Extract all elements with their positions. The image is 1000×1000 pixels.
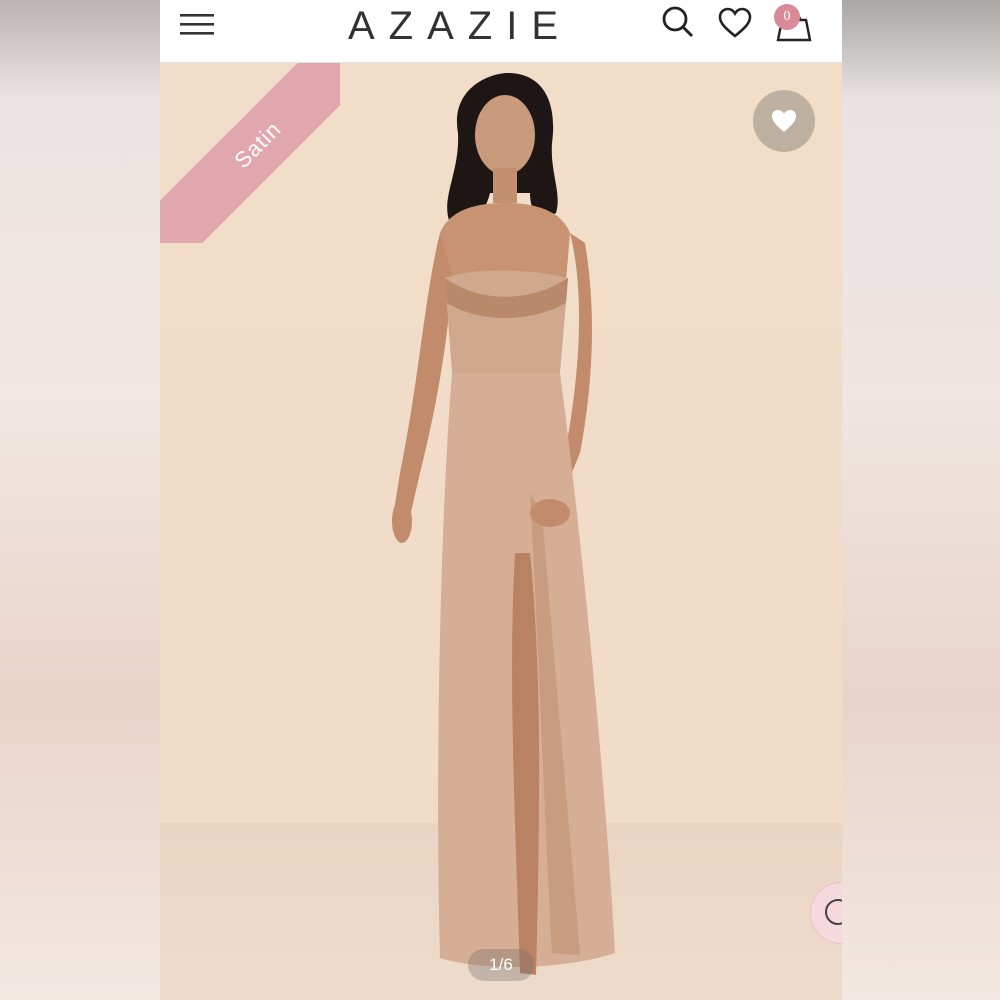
- heart-icon: [772, 110, 796, 132]
- favorite-button[interactable]: [753, 90, 815, 152]
- model-in-satin-dress: [392, 73, 615, 975]
- left-backdrop: [0, 0, 160, 1000]
- cart-count-badge: 0: [774, 4, 800, 30]
- menu-icon[interactable]: [180, 10, 216, 40]
- chat-icon: [825, 899, 842, 925]
- search-icon[interactable]: [660, 4, 696, 40]
- right-backdrop: [842, 0, 1000, 1000]
- app-screen: AZAZIE 0 Satin 1/6: [160, 0, 842, 1000]
- product-image[interactable]: Satin 1/6: [160, 63, 842, 1000]
- top-navigation-bar: AZAZIE 0: [160, 0, 842, 63]
- image-pager: 1/6: [468, 949, 534, 981]
- fabric-ribbon: Satin: [160, 63, 340, 243]
- heart-icon[interactable]: [717, 6, 753, 40]
- fabric-badge: Satin: [160, 63, 340, 243]
- brand-logo[interactable]: AZAZIE: [310, 2, 610, 50]
